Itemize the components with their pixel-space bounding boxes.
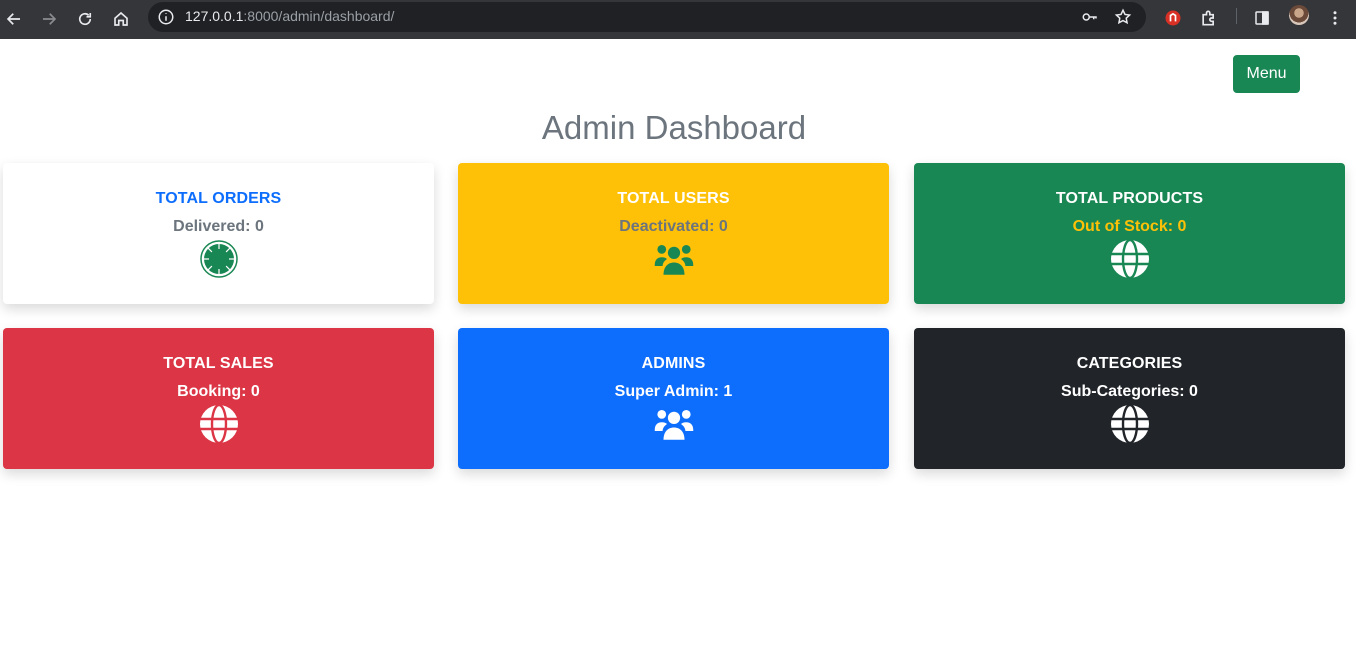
card-title: TOTAL ORDERS <box>155 190 282 207</box>
page-title: Admin Dashboard <box>541 109 807 146</box>
toolbar-divider <box>1236 8 1237 24</box>
browser-toolbar: 127.0.0.1:8000/admin/dashboard/ <box>0 0 1356 39</box>
card-title: CATEGORIES <box>1076 355 1183 372</box>
card-total-sales[interactable]: TOTAL SALES Booking: 0 <box>3 328 434 469</box>
card-title: TOTAL SALES <box>163 355 274 372</box>
globe-icon <box>1109 239 1151 279</box>
side-panel-icon[interactable] <box>1249 5 1275 31</box>
card-subtitle: Delivered: 0 <box>173 218 264 235</box>
back-icon[interactable] <box>1 6 27 32</box>
globe-icon <box>1109 404 1151 444</box>
card-subtitle: Deactivated: 0 <box>619 218 728 235</box>
extensions-puzzle-icon[interactable] <box>1196 5 1222 31</box>
spinner-icon <box>198 239 240 279</box>
more-menu-icon[interactable] <box>1322 5 1348 31</box>
users-icon <box>653 404 695 444</box>
site-info-icon[interactable] <box>157 8 175 26</box>
users-icon <box>653 239 695 279</box>
card-categories[interactable]: CATEGORIES Sub-Categories: 0 <box>914 328 1345 469</box>
card-title: TOTAL USERS <box>617 190 730 207</box>
card-subtitle: Super Admin: 1 <box>614 383 733 400</box>
card-title: TOTAL PRODUCTS <box>1055 190 1204 207</box>
profile-avatar[interactable] <box>1289 5 1309 25</box>
card-admins[interactable]: ADMINS Super Admin: 1 <box>458 328 889 469</box>
menu-button[interactable]: Menu <box>1233 55 1300 93</box>
card-total-users[interactable]: TOTAL USERS Deactivated: 0 <box>458 163 889 304</box>
card-total-products[interactable]: TOTAL PRODUCTS Out of Stock: 0 <box>914 163 1345 304</box>
card-subtitle: Booking: 0 <box>177 383 260 400</box>
key-icon[interactable] <box>1081 8 1099 26</box>
url-text[interactable]: 127.0.0.1:8000/admin/dashboard/ <box>185 8 394 24</box>
card-title: ADMINS <box>641 355 706 372</box>
card-subtitle: Sub-Categories: 0 <box>1061 383 1198 400</box>
reload-icon[interactable] <box>72 6 98 32</box>
card-total-orders[interactable]: TOTAL ORDERS Delivered: 0 <box>3 163 434 304</box>
bookmark-star-icon[interactable] <box>1114 8 1132 26</box>
address-bar[interactable]: 127.0.0.1:8000/admin/dashboard/ <box>148 2 1146 32</box>
home-icon[interactable] <box>108 6 134 32</box>
forward-icon[interactable] <box>36 6 62 32</box>
globe-icon <box>198 404 240 444</box>
extension-shield-icon[interactable] <box>1160 5 1186 31</box>
card-subtitle: Out of Stock: 0 <box>1072 218 1187 235</box>
